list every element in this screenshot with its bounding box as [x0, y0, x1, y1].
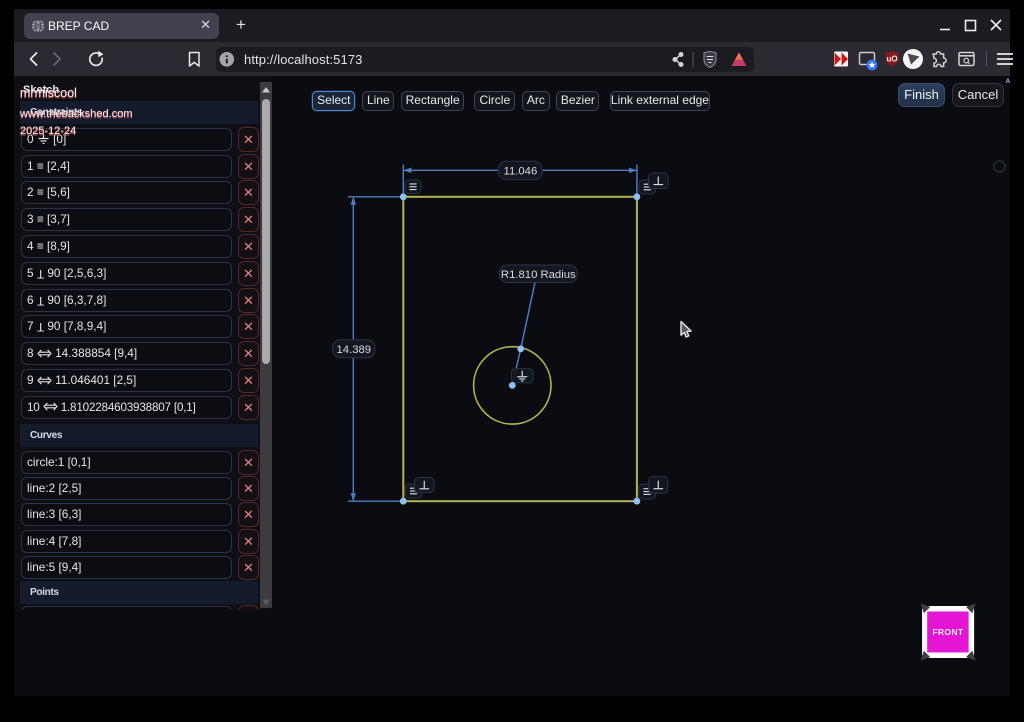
- svg-text:FRONT: FRONT: [932, 627, 964, 637]
- svg-text:uO: uO: [886, 55, 897, 64]
- svg-text:14.389: 14.389: [337, 344, 372, 356]
- svg-text:R1.810 Radius: R1.810 Radius: [501, 269, 576, 281]
- svg-text:11.046: 11.046: [504, 165, 538, 177]
